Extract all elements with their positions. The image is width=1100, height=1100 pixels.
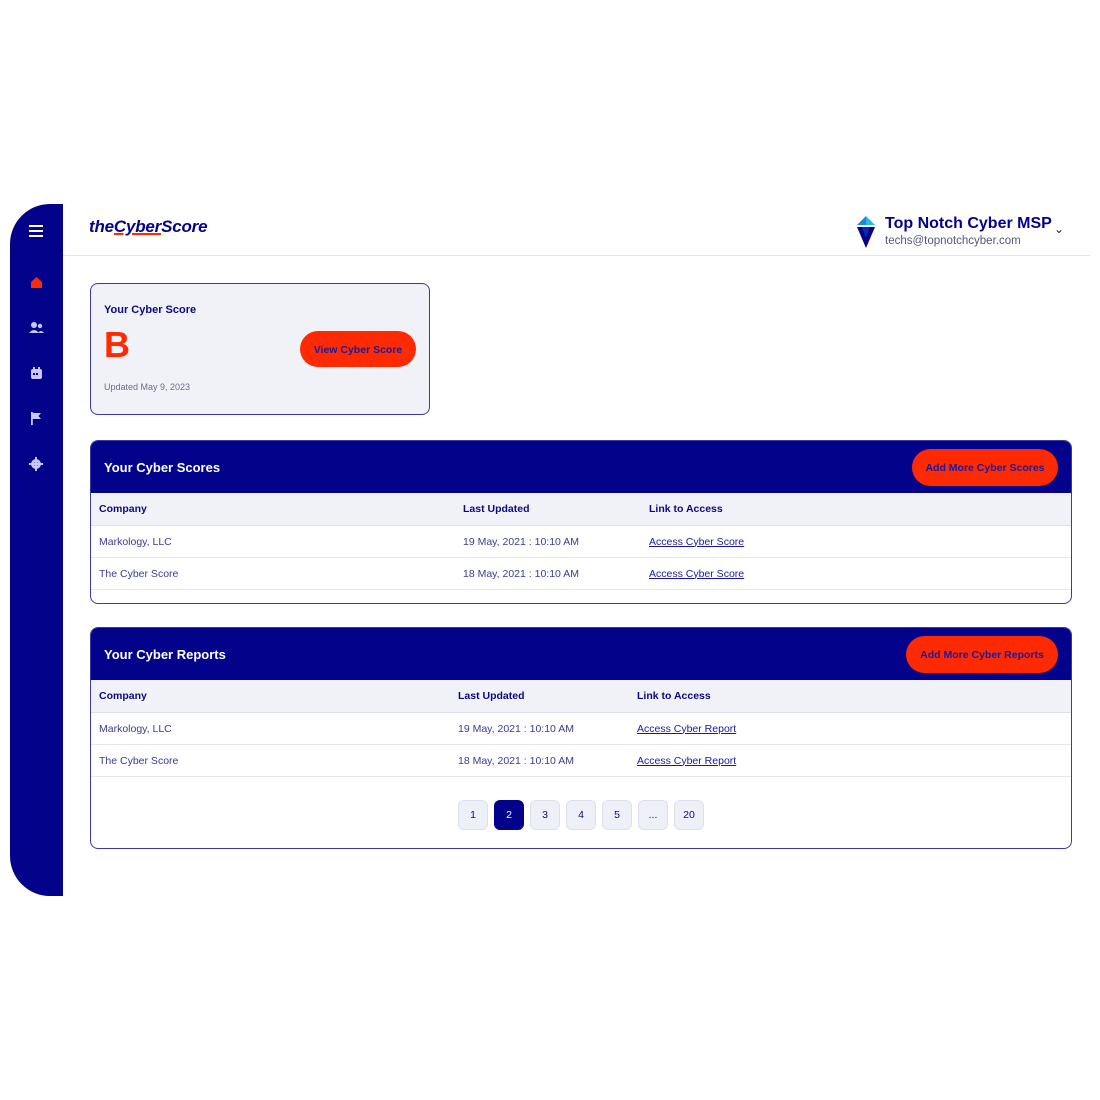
company-cell: Markology, LLC <box>91 525 455 558</box>
cyber-scores-title: Your Cyber Scores <box>104 460 221 475</box>
last-updated-cell: 19 May, 2021 : 10:10 AM <box>450 712 629 745</box>
calendar-icon[interactable] <box>24 361 48 385</box>
menu-icon[interactable] <box>24 219 48 243</box>
page-button-current[interactable]: 2 <box>494 800 524 830</box>
last-updated-cell: 18 May, 2021 : 10:10 AM <box>450 744 629 777</box>
cyber-score-card: Your Cyber Score B View Cyber Score Upda… <box>90 283 430 415</box>
table-row: Markology, LLC 19 May, 2021 : 10:10 AM A… <box>91 712 1071 745</box>
add-more-cyber-reports-button[interactable]: Add More Cyber Reports <box>906 636 1058 673</box>
view-cyber-score-button[interactable]: View Cyber Score <box>300 331 416 367</box>
column-header-company: Company <box>91 680 450 713</box>
column-header-link: Link to Access <box>629 680 1071 713</box>
cyber-reports-table: Company Last Updated Link to Access Mark… <box>91 680 1071 777</box>
table-row: The Cyber Score 18 May, 2021 : 10:10 AM … <box>91 557 1071 590</box>
user-email: techs@topnotchcyber.com <box>885 235 1021 247</box>
table-header-row: Company Last Updated Link to Access <box>91 493 1071 526</box>
page-button[interactable]: 3 <box>530 800 560 830</box>
company-cell: The Cyber Score <box>91 557 455 590</box>
chevron-down-icon[interactable]: ⌄ <box>1054 222 1064 236</box>
last-updated-cell: 19 May, 2021 : 10:10 AM <box>455 525 641 558</box>
page-ellipsis: ... <box>638 800 668 830</box>
table-row: Markology, LLC 19 May, 2021 : 10:10 AM A… <box>91 525 1071 558</box>
score-updated-date: Updated May 9, 2023 <box>104 382 191 392</box>
user-name: Top Notch Cyber MSP <box>885 215 1052 232</box>
company-cell: Markology, LLC <box>91 712 450 745</box>
page-button[interactable]: 1 <box>458 800 488 830</box>
add-more-cyber-scores-button[interactable]: Add More Cyber Scores <box>912 449 1058 486</box>
page-button[interactable]: 20 <box>674 800 704 830</box>
cyber-reports-header: Your Cyber Reports Add More Cyber Report… <box>91 628 1071 680</box>
link-cell: Access Cyber Report <box>629 712 1071 745</box>
cyber-reports-panel: Your Cyber Reports Add More Cyber Report… <box>90 627 1072 849</box>
cyber-scores-table: Company Last Updated Link to Access Mark… <box>91 493 1071 590</box>
column-header-company: Company <box>91 493 455 526</box>
flag-icon[interactable] <box>24 406 48 430</box>
last-updated-cell: 18 May, 2021 : 10:10 AM <box>455 557 641 590</box>
cyber-scores-header: Your Cyber Scores Add More Cyber Scores <box>91 441 1071 493</box>
company-cell: The Cyber Score <box>91 744 450 777</box>
table-row: The Cyber Score 18 May, 2021 : 10:10 AM … <box>91 744 1071 777</box>
pagination: 1 2 3 4 5 ... 20 <box>91 800 1071 830</box>
gear-icon[interactable] <box>24 452 48 476</box>
table-header-row: Company Last Updated Link to Access <box>91 680 1071 713</box>
column-header-last-updated: Last Updated <box>455 493 641 526</box>
link-cell: Access Cyber Score <box>641 525 1071 558</box>
access-cyber-report-link[interactable]: Access Cyber Report <box>637 723 736 735</box>
cyber-reports-title: Your Cyber Reports <box>104 647 226 662</box>
column-header-link: Link to Access <box>641 493 1071 526</box>
users-icon[interactable] <box>24 315 48 339</box>
access-cyber-report-link[interactable]: Access Cyber Report <box>637 755 736 767</box>
page-button[interactable]: 5 <box>602 800 632 830</box>
access-cyber-score-link[interactable]: Access Cyber Score <box>649 536 744 548</box>
home-icon[interactable] <box>24 270 48 294</box>
app-window: theCyberScore Top Notch Cyber MSP techs@… <box>10 204 1090 896</box>
link-cell: Access Cyber Score <box>641 557 1071 590</box>
cyber-scores-panel: Your Cyber Scores Add More Cyber Scores … <box>90 440 1072 604</box>
cyber-score-grade: B <box>104 324 130 365</box>
top-bar: theCyberScore Top Notch Cyber MSP techs@… <box>63 204 1090 256</box>
score-card-title: Your Cyber Score <box>104 304 197 316</box>
access-cyber-score-link[interactable]: Access Cyber Score <box>649 568 744 580</box>
user-menu[interactable]: Top Notch Cyber MSP techs@topnotchcyber.… <box>855 214 1064 250</box>
company-logo-icon <box>855 216 877 248</box>
column-header-last-updated: Last Updated <box>450 680 629 713</box>
page-button[interactable]: 4 <box>566 800 596 830</box>
link-cell: Access Cyber Report <box>629 744 1071 777</box>
app-logo[interactable]: theCyberScore <box>89 217 208 237</box>
sidebar <box>10 204 63 896</box>
